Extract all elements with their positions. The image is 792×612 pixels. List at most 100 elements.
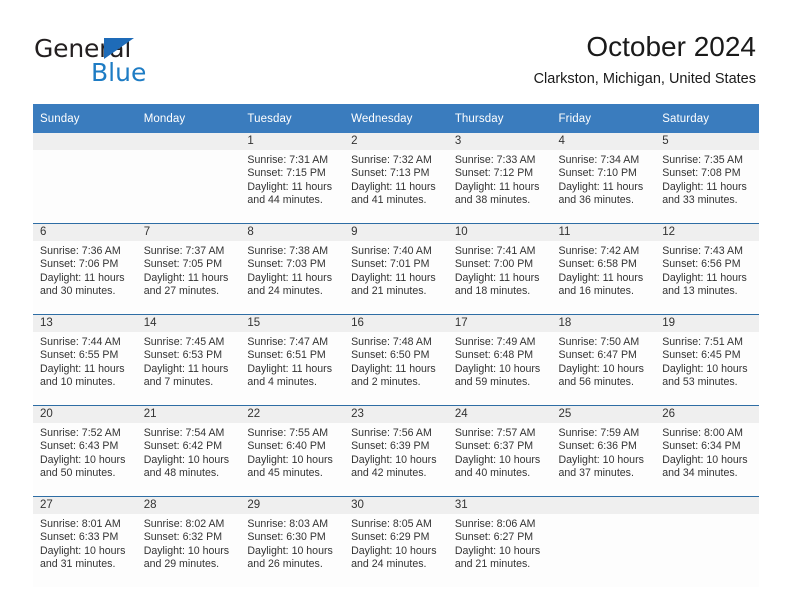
sunrise-text: Sunrise: 8:00 AM xyxy=(662,427,743,439)
daylight-text: Daylight: 11 hours and 41 minutes. xyxy=(351,180,436,206)
day-number: 8 xyxy=(240,224,345,241)
sunset-text: Sunset: 6:43 PM xyxy=(40,440,119,453)
sunset-text: Sunset: 6:53 PM xyxy=(143,349,223,362)
day-cell-inner: 30 Sunrise: 8:05 AM Sunset: 6:29 PM Dayligh… xyxy=(344,497,448,587)
day-number: 5 xyxy=(655,133,759,150)
day-cell-details: Sunrise: 7:35 AM Sunset: 7:08 PM Daylight:… xyxy=(655,150,759,207)
day-number: 24 xyxy=(447,406,552,423)
day-cell-details: Sunrise: 7:34 AM Sunset: 7:10 PM Daylight:… xyxy=(552,150,656,207)
day-cell-inner: 31 Sunrise: 8:06 AM Sunset: 6:27 PM Dayligh… xyxy=(447,497,552,587)
sunset-text: Sunset: 6:37 PM xyxy=(454,440,534,453)
day-cell-inner xyxy=(551,497,656,587)
sunrise-text: Sunrise: 8:03 AM xyxy=(247,518,329,530)
sunrise-text: Sunrise: 7:34 AM xyxy=(558,154,640,166)
calendar-day-cell[interactable]: 10 Sunrise: 7:41 AM Sunset: 7:00 PM Dayligh… xyxy=(447,223,552,315)
calendar-day-cell[interactable]: 8 Sunrise: 7:38 AM Sunset: 7:03 PM Daylight… xyxy=(240,223,345,315)
calendar-day-cell[interactable]: 11 Sunrise: 7:42 AM Sunset: 6:58 PM Dayligh… xyxy=(551,223,656,315)
calendar-day-cell[interactable]: 3 Sunrise: 7:33 AM Sunset: 7:12 PM Daylight… xyxy=(447,133,552,224)
calendar-day-cell[interactable]: 4 Sunrise: 7:34 AM Sunset: 7:10 PM Daylight… xyxy=(551,133,656,224)
calendar-day-cell[interactable]: 27 Sunrise: 8:01 AM Sunset: 6:33 PM Dayligh… xyxy=(33,496,137,587)
day-number: 11 xyxy=(551,224,656,241)
day-number: 9 xyxy=(344,224,448,241)
sunset-text: Sunset: 7:05 PM xyxy=(143,258,223,271)
day-number: 7 xyxy=(136,224,241,241)
sunrise-text: Sunrise: 7:44 AM xyxy=(40,336,121,348)
calendar-day-cell[interactable]: 31 Sunrise: 8:06 AM Sunset: 6:27 PM Dayligh… xyxy=(447,496,552,587)
calendar-day-cell[interactable]: 6 Sunrise: 7:36 AM Sunset: 7:06 PM Daylight… xyxy=(33,223,137,315)
day-cell-details: Sunrise: 7:44 AM Sunset: 6:55 PM Daylight:… xyxy=(33,332,137,389)
day-number: 26 xyxy=(655,406,759,423)
calendar-day-cell[interactable]: 21 Sunrise: 7:54 AM Sunset: 6:42 PM Dayligh… xyxy=(136,405,241,497)
sunrise-text: Sunrise: 7:40 AM xyxy=(351,245,432,257)
sunset-text: Sunset: 6:42 PM xyxy=(143,440,223,453)
calendar-day-cell[interactable]: 22 Sunrise: 7:55 AM Sunset: 6:40 PM Dayligh… xyxy=(240,405,345,497)
sunrise-text: Sunrise: 7:41 AM xyxy=(454,245,536,257)
sunrise-text: Sunrise: 7:38 AM xyxy=(247,245,329,257)
calendar-day-cell[interactable]: 24 Sunrise: 7:57 AM Sunset: 6:37 PM Dayligh… xyxy=(447,405,552,497)
calendar-day-cell[interactable]: 2 Sunrise: 7:32 AM Sunset: 7:13 PM Daylight… xyxy=(344,133,448,224)
calendar-day-cell[interactable]: 19 Sunrise: 7:51 AM Sunset: 6:45 PM Dayligh… xyxy=(655,314,759,406)
daylight-text: Daylight: 10 hours and 31 minutes. xyxy=(40,544,126,570)
calendar-day-cell[interactable]: 16 Sunrise: 7:48 AM Sunset: 6:50 PM Dayligh… xyxy=(344,314,448,406)
sunset-text: Sunset: 6:33 PM xyxy=(40,531,119,544)
weekday-header-thursday: Thursday xyxy=(447,104,552,133)
calendar-week-row: 20 Sunrise: 7:52 AM Sunset: 6:43 PM Dayligh… xyxy=(33,405,759,497)
day-number xyxy=(655,497,759,514)
day-cell-inner: 23 Sunrise: 7:56 AM Sunset: 6:39 PM Dayligh… xyxy=(344,406,448,496)
daylight-text: Daylight: 10 hours and 45 minutes. xyxy=(247,453,333,479)
sunset-text: Sunset: 6:30 PM xyxy=(247,531,326,544)
logo-triangle-icon xyxy=(104,38,134,59)
page-header: General Blue October 2024 Clarkston, Mic… xyxy=(0,0,792,100)
generalblue-logo[interactable]: General Blue xyxy=(34,36,224,88)
calendar-day-cell[interactable]: 15 Sunrise: 7:47 AM Sunset: 6:51 PM Dayligh… xyxy=(240,314,345,406)
day-number: 19 xyxy=(655,315,759,332)
calendar-day-cell[interactable]: 29 Sunrise: 8:03 AM Sunset: 6:30 PM Dayligh… xyxy=(240,496,345,587)
calendar-day-cell[interactable]: 18 Sunrise: 7:50 AM Sunset: 6:47 PM Dayligh… xyxy=(551,314,656,406)
calendar-day-cell[interactable]: 30 Sunrise: 8:05 AM Sunset: 6:29 PM Dayligh… xyxy=(344,496,448,587)
sunset-text: Sunset: 6:27 PM xyxy=(454,531,534,544)
calendar-day-cell[interactable]: 26 Sunrise: 8:00 AM Sunset: 6:34 PM Dayligh… xyxy=(655,405,759,497)
calendar-day-cell[interactable]: 25 Sunrise: 7:59 AM Sunset: 6:36 PM Dayligh… xyxy=(551,405,656,497)
calendar-day-cell[interactable]: 14 Sunrise: 7:45 AM Sunset: 6:53 PM Dayligh… xyxy=(136,314,241,406)
day-number: 1 xyxy=(240,133,345,150)
calendar-day-cell[interactable]: 9 Sunrise: 7:40 AM Sunset: 7:01 PM Daylight… xyxy=(344,223,448,315)
day-number: 27 xyxy=(33,497,137,514)
day-number: 22 xyxy=(240,406,345,423)
daylight-text: Daylight: 10 hours and 34 minutes. xyxy=(662,453,748,479)
daylight-text: Daylight: 10 hours and 29 minutes. xyxy=(143,544,230,570)
calendar-day-cell[interactable]: 17 Sunrise: 7:49 AM Sunset: 6:48 PM Dayligh… xyxy=(447,314,552,406)
sunrise-text: Sunrise: 7:52 AM xyxy=(40,427,121,439)
calendar-day-cell[interactable]: 5 Sunrise: 7:35 AM Sunset: 7:08 PM Daylight… xyxy=(655,133,759,224)
sunset-text: Sunset: 7:10 PM xyxy=(558,167,637,180)
day-cell-inner: 12 Sunrise: 7:43 AM Sunset: 6:56 PM Dayligh… xyxy=(655,224,759,314)
day-cell-details: Sunrise: 8:03 AM Sunset: 6:30 PM Daylight:… xyxy=(240,514,344,571)
daylight-text: Daylight: 10 hours and 53 minutes. xyxy=(662,362,748,388)
daylight-text: Daylight: 10 hours and 40 minutes. xyxy=(454,453,541,479)
daylight-text: Daylight: 10 hours and 56 minutes. xyxy=(558,362,644,388)
calendar-day-cell[interactable]: 7 Sunrise: 7:37 AM Sunset: 7:05 PM Daylight… xyxy=(136,223,241,315)
day-cell-inner: 8 Sunrise: 7:38 AM Sunset: 7:03 PM Daylight… xyxy=(240,224,345,314)
calendar-day-cell[interactable]: 23 Sunrise: 7:56 AM Sunset: 6:39 PM Dayligh… xyxy=(344,405,448,497)
daylight-text: Daylight: 10 hours and 50 minutes. xyxy=(40,453,126,479)
day-cell-details: Sunrise: 7:41 AM Sunset: 7:00 PM Daylight:… xyxy=(448,241,552,298)
sunrise-text: Sunrise: 7:54 AM xyxy=(143,427,225,439)
weekday-header-wednesday: Wednesday xyxy=(344,104,448,133)
sunrise-text: Sunrise: 8:01 AM xyxy=(40,518,121,530)
calendar-day-cell[interactable]: 12 Sunrise: 7:43 AM Sunset: 6:56 PM Dayligh… xyxy=(655,223,759,315)
calendar-day-cell[interactable]: 28 Sunrise: 8:02 AM Sunset: 6:32 PM Dayligh… xyxy=(136,496,241,587)
daylight-text: Daylight: 11 hours and 18 minutes. xyxy=(454,271,540,297)
calendar-day-cell[interactable]: 13 Sunrise: 7:44 AM Sunset: 6:55 PM Dayligh… xyxy=(33,314,137,406)
day-number: 12 xyxy=(655,224,759,241)
calendar-day-cell[interactable]: 20 Sunrise: 7:52 AM Sunset: 6:43 PM Dayligh… xyxy=(33,405,137,497)
sunset-text: Sunset: 7:15 PM xyxy=(247,167,326,180)
calendar-week-row: 1 Sunrise: 7:31 AM Sunset: 7:15 PM Daylight… xyxy=(33,133,759,224)
day-cell-details: Sunrise: 7:36 AM Sunset: 7:06 PM Daylight:… xyxy=(33,241,137,298)
calendar-day-cell[interactable]: 1 Sunrise: 7:31 AM Sunset: 7:15 PM Daylight… xyxy=(240,133,345,224)
sunrise-text: Sunrise: 7:55 AM xyxy=(247,427,329,439)
day-cell-inner: 18 Sunrise: 7:50 AM Sunset: 6:47 PM Dayligh… xyxy=(551,315,656,405)
day-number: 15 xyxy=(240,315,345,332)
day-cell-details: Sunrise: 7:40 AM Sunset: 7:01 PM Daylight:… xyxy=(344,241,448,298)
sunrise-text: Sunrise: 7:48 AM xyxy=(351,336,432,348)
sunset-text: Sunset: 7:08 PM xyxy=(662,167,741,180)
calendar-week-row: 13 Sunrise: 7:44 AM Sunset: 6:55 PM Dayligh… xyxy=(33,314,759,406)
